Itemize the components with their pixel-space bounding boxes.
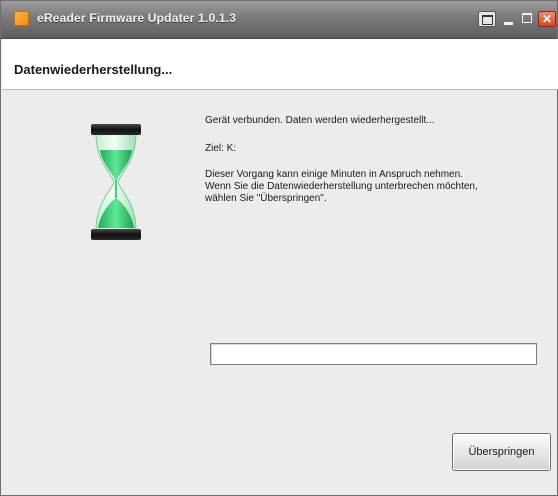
restore-icon[interactable] (478, 11, 496, 27)
header-area: Datenwiederherstellung... (2, 39, 558, 90)
title-bar[interactable]: eReader Firmware Updater 1.0.1.3 ✕ (1, 1, 557, 39)
maximize-icon[interactable] (519, 11, 537, 27)
status-text: Gerät verbunden. Daten werden wiederherg… (205, 115, 435, 126)
close-icon[interactable]: ✕ (538, 11, 556, 27)
app-icon (14, 11, 29, 26)
page-title: Datenwiederherstellung... (14, 62, 173, 77)
skip-button[interactable]: Überspringen (452, 433, 551, 471)
progress-bar (210, 343, 537, 365)
info-text: Dieser Vorgang kann einige Minuten in An… (205, 169, 535, 205)
updater-window: eReader Firmware Updater 1.0.1.3 ✕ Daten… (0, 0, 558, 496)
info-line: Dieser Vorgang kann einige Minuten in An… (205, 169, 463, 180)
hourglass-icon (91, 124, 141, 240)
info-line: Wenn Sie die Datenwiederherstellung unte… (205, 181, 478, 192)
target-drive-text: Ziel: K: (205, 143, 237, 154)
info-line: wählen Sie "Überspringen". (205, 193, 327, 204)
window-title: eReader Firmware Updater 1.0.1.3 (37, 11, 237, 25)
minimize-icon[interactable] (500, 11, 518, 27)
